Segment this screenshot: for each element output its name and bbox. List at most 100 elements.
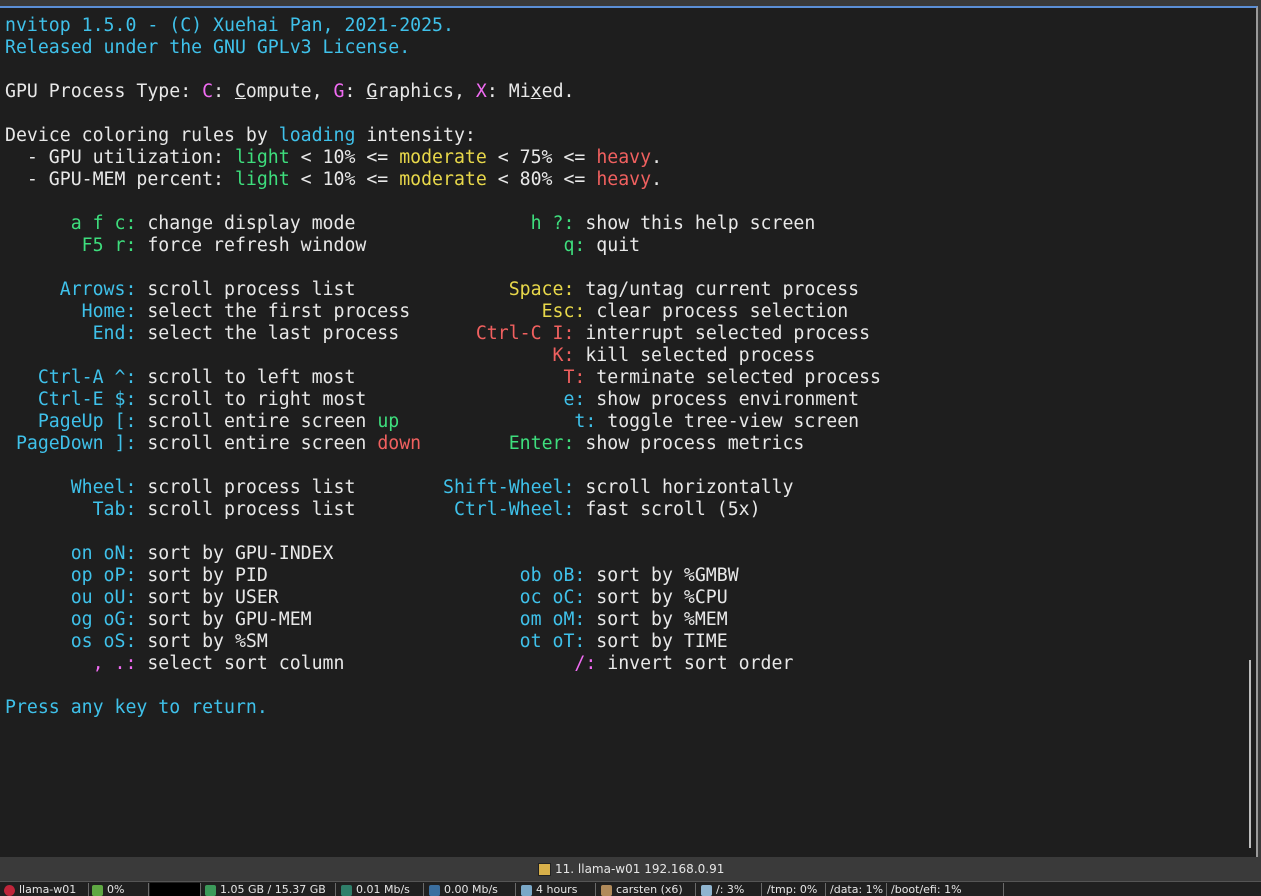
terminal-text: - GPU-MEM percent: — [5, 169, 235, 190]
terminal-text: sort by %CPU — [585, 587, 728, 608]
terminal-text: X — [475, 81, 487, 102]
taskbar-disk-efi-label: /boot/efi: 1% — [891, 883, 962, 896]
terminal-text: t: — [574, 411, 597, 432]
terminal-line: PageDown ]: scroll entire screen down En… — [5, 433, 804, 455]
taskbar-users[interactable]: carsten (x6) — [597, 883, 696, 896]
terminal-text: raphics, — [377, 81, 476, 102]
terminal-line: End: select the last process Ctrl-C I: i… — [5, 323, 870, 345]
uptime-icon — [521, 885, 532, 896]
terminal-line: ou oU: sort by USER oc oC: sort by %CPU — [5, 587, 728, 609]
status-taskbar: llama-w01 0% 1.05 GB / 15.37 GB 0.01 Mb/… — [0, 881, 1261, 896]
terminal-text: oc oC: — [519, 587, 586, 608]
terminal-text: sort by %GMBW — [585, 565, 739, 586]
terminal-text: heavy — [596, 147, 652, 168]
pen-icon — [538, 862, 551, 876]
terminal-text: . — [651, 169, 663, 190]
terminal-text: Ctrl-A ^: — [5, 367, 137, 388]
terminal-text: Ctrl-E $: — [5, 389, 137, 410]
terminal-text: scroll entire screen — [136, 433, 378, 454]
terminal-text: sort by USER — [136, 587, 520, 608]
taskbar-hostname[interactable]: llama-w01 — [0, 883, 89, 896]
terminal-text: : — [213, 81, 235, 102]
terminal-text: quit — [585, 235, 641, 256]
terminal-text: . — [651, 147, 663, 168]
terminal-text: sort by %MEM — [585, 609, 728, 630]
taskbar-disk-efi[interactable]: /boot/efi: 1% — [887, 883, 1004, 896]
taskbar-disk-data[interactable]: /data: 1% — [826, 883, 887, 896]
terminal-text: heavy — [596, 169, 652, 190]
terminal-text: Device coloring rules by — [5, 125, 279, 146]
taskbar-uptime[interactable]: 4 hours — [517, 883, 596, 896]
taskbar-uptime-label: 4 hours — [536, 883, 578, 896]
terminal-text: K: — [552, 345, 575, 366]
terminal-text: Shift-Wheel: — [443, 477, 575, 498]
terminal-text: Esc: — [541, 301, 586, 322]
terminal-text: : Mi — [486, 81, 531, 102]
taskbar-net-up-label: 0.01 Mb/s — [356, 883, 410, 896]
terminal-text: sort by GPU-MEM — [136, 609, 520, 630]
terminal-line: Device coloring rules by loading intensi… — [5, 125, 476, 147]
terminal-text: sort by %SM — [136, 631, 520, 652]
terminal-text: G — [366, 81, 378, 102]
taskbar-net-up[interactable]: 0.01 Mb/s — [337, 883, 424, 896]
terminal-text: scroll to left most — [136, 367, 564, 388]
terminal-text: ot oT: — [519, 631, 586, 652]
terminal-line: Arrows: scroll process list Space: tag/u… — [5, 279, 859, 301]
taskbar-disk-root[interactable]: /: 3% — [697, 883, 762, 896]
terminal-text: a f c: — [5, 213, 137, 234]
terminal-screen[interactable]: nvitop 1.5.0 - (C) Xuehai Pan, 2021-2025… — [0, 15, 1248, 855]
terminal-text: force refresh window — [136, 235, 564, 256]
taskbar-cpu-label: 0% — [107, 883, 125, 896]
terminal-text: Space: — [508, 279, 575, 300]
terminal-text: Arrows: — [5, 279, 137, 300]
terminal-line: Released under the GNU GPLv3 License. — [5, 37, 410, 59]
taskbar-disk-tmp[interactable]: /tmp: 0% — [763, 883, 826, 896]
terminal-text: x — [530, 81, 542, 102]
terminal-text: < 10% <= — [289, 147, 400, 168]
terminal-text: on oN: — [5, 543, 137, 564]
terminal-text: G — [333, 81, 345, 102]
terminal-text: < 75% <= — [486, 147, 597, 168]
terminal-line: og oG: sort by GPU-MEM om oM: sort by %M… — [5, 609, 728, 631]
terminal-text: toggle tree-view screen — [596, 411, 860, 432]
terminal-line: K: kill selected process — [5, 345, 816, 367]
terminal-line: nvitop 1.5.0 - (C) Xuehai Pan, 2021-2025… — [5, 15, 454, 37]
scrollbar[interactable] — [1249, 660, 1251, 848]
terminal-text: op oP: — [5, 565, 137, 586]
taskbar-memory-label: 1.05 GB / 15.37 GB — [220, 883, 326, 896]
terminal-text: PageUp [: — [5, 411, 137, 432]
terminal-text: loading — [278, 125, 356, 146]
terminal-line: on oN: sort by GPU-INDEX — [5, 543, 334, 565]
terminal-text: < 10% <= — [289, 169, 400, 190]
terminal-text: select sort column — [136, 653, 575, 674]
terminal-text: om oM: — [519, 609, 586, 630]
terminal-text: scroll process list — [136, 279, 509, 300]
terminal-text: change display mode — [136, 213, 520, 234]
terminal-text: - GPU utilization: — [5, 147, 235, 168]
terminal-text: F5 r: — [5, 235, 137, 256]
terminal-text: show process environment — [585, 389, 860, 410]
taskbar-memory[interactable]: 1.05 GB / 15.37 GB — [201, 883, 336, 896]
memory-icon — [205, 885, 216, 896]
terminal-text: T: — [563, 367, 586, 388]
taskbar-hostname-label: llama-w01 — [19, 883, 77, 896]
terminal-text: Tab: — [5, 499, 137, 520]
terminal-line: PageUp [: scroll entire screen up t: tog… — [5, 411, 859, 433]
terminal-text: invert sort order — [596, 653, 794, 674]
terminal-text: scroll process list — [136, 477, 444, 498]
terminal-text: Ctrl-C I: — [475, 323, 575, 344]
terminal-text: kill selected process — [574, 345, 816, 366]
window-title-text: 11. llama-w01 192.168.0.91 — [555, 862, 725, 876]
terminal-text: Released under the GNU GPLv3 License. — [5, 37, 411, 58]
terminal-text: light — [234, 147, 290, 168]
terminal-text: tag/untag current process — [574, 279, 860, 300]
taskbar-net-down[interactable]: 0.00 Mb/s — [425, 883, 516, 896]
taskbar-cpu[interactable]: 0% — [88, 883, 149, 896]
terminal-text: select the last process — [136, 323, 476, 344]
terminal-text: scroll to right most — [136, 389, 564, 410]
taskbar-net-down-label: 0.00 Mb/s — [444, 883, 498, 896]
terminal-text: scroll horizontally — [574, 477, 794, 498]
terminal-text: h ?: — [519, 213, 575, 234]
disk-root-icon — [701, 885, 712, 896]
